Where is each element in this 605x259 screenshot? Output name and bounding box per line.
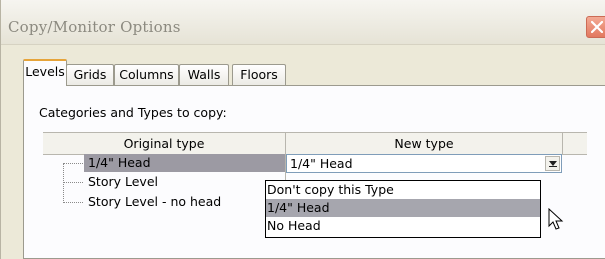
tab-label: Levels bbox=[25, 64, 65, 79]
mouse-pointer-icon bbox=[548, 208, 564, 230]
dropdown-button[interactable] bbox=[545, 156, 560, 171]
new-type-dropdown-list: Don't copy this Type 1/4" Head No Head bbox=[265, 180, 541, 238]
original-type-cell[interactable]: 1/4" Head bbox=[84, 154, 286, 172]
tab-grids[interactable]: Grids bbox=[66, 64, 114, 85]
tree-connector bbox=[63, 182, 83, 183]
grid-header: Original type New type bbox=[43, 132, 587, 155]
column-divider[interactable] bbox=[562, 133, 563, 154]
tab-label: Columns bbox=[119, 67, 174, 82]
tab-label: Walls bbox=[187, 67, 221, 82]
column-header-original-type[interactable]: Original type bbox=[43, 133, 285, 154]
original-type-cell[interactable]: Story Level - no head bbox=[84, 193, 221, 211]
tab-columns[interactable]: Columns bbox=[114, 64, 179, 85]
copy-monitor-options-dialog: Copy/Monitor Options Levels Grids Column… bbox=[0, 0, 605, 259]
combo-value: 1/4" Head bbox=[290, 156, 353, 171]
tree-connector bbox=[63, 202, 83, 203]
tree-connector bbox=[63, 163, 83, 164]
dropdown-option[interactable]: Don't copy this Type bbox=[266, 181, 540, 199]
new-type-combobox[interactable]: 1/4" Head bbox=[286, 154, 562, 173]
table-row[interactable]: 1/4" Head 1/4" Head bbox=[43, 154, 587, 174]
close-icon bbox=[591, 21, 603, 33]
dialog-title: Copy/Monitor Options bbox=[8, 18, 181, 36]
tab-floors[interactable]: Floors bbox=[232, 64, 286, 85]
close-button[interactable] bbox=[586, 16, 605, 38]
tab-label: Grids bbox=[73, 67, 107, 82]
tab-label: Floors bbox=[240, 67, 278, 82]
title-bar: Copy/Monitor Options bbox=[1, 0, 605, 45]
dropdown-option-highlighted[interactable]: 1/4" Head bbox=[266, 199, 540, 217]
dropdown-option[interactable]: No Head bbox=[266, 217, 540, 235]
column-header-new-type[interactable]: New type bbox=[286, 133, 562, 154]
tab-levels[interactable]: Levels bbox=[23, 59, 67, 86]
original-type-cell[interactable]: Story Level bbox=[84, 173, 158, 191]
section-label: Categories and Types to copy: bbox=[39, 105, 227, 120]
chevron-down-icon bbox=[549, 161, 557, 167]
tab-walls[interactable]: Walls bbox=[179, 64, 229, 85]
